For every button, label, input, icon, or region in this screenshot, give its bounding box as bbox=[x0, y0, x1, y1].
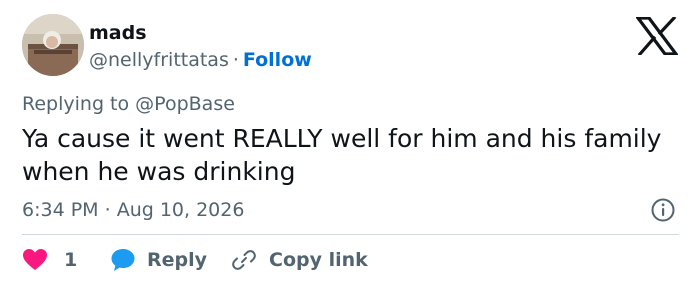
handle-row: @nellyfrittatas · Follow bbox=[89, 47, 312, 73]
replying-to-prefix: Replying to bbox=[22, 93, 130, 115]
tweet-date: Aug 10, 2026 bbox=[116, 199, 245, 221]
copy-link-button[interactable]: Copy link bbox=[231, 246, 368, 274]
follow-button[interactable]: Follow bbox=[243, 49, 312, 71]
like-button[interactable]: 1 bbox=[22, 246, 77, 274]
replying-to-handle[interactable]: @PopBase bbox=[135, 93, 235, 115]
heart-icon bbox=[23, 249, 47, 270]
x-logo-icon[interactable] bbox=[636, 17, 678, 55]
reply-button[interactable]: Reply bbox=[110, 246, 207, 274]
speech-bubble-icon bbox=[111, 249, 135, 271]
avatar-image bbox=[22, 14, 84, 76]
timestamp[interactable]: 6:34 PM · Aug 10, 2026 bbox=[22, 197, 244, 223]
like-count: 1 bbox=[64, 249, 78, 271]
replying-to: Replying to @PopBase bbox=[22, 91, 235, 117]
reply-label: Reply bbox=[147, 249, 208, 271]
user-handle[interactable]: @nellyfrittatas bbox=[89, 49, 229, 71]
tweet-time: 6:34 PM bbox=[22, 199, 99, 221]
separator-dot: · bbox=[232, 49, 239, 71]
timestamp-separator: · bbox=[104, 199, 111, 221]
tweet-card: mads @nellyfrittatas · Follow Replying to … bbox=[0, 0, 700, 287]
info-icon[interactable] bbox=[650, 197, 676, 223]
display-name[interactable]: mads bbox=[89, 20, 147, 46]
avatar[interactable] bbox=[22, 14, 84, 76]
tweet-text: Ya cause it went REALLY well for him and… bbox=[22, 124, 662, 186]
link-icon bbox=[232, 250, 256, 270]
copy-link-label: Copy link bbox=[269, 249, 368, 271]
action-bar: 1 Reply Copy link bbox=[22, 246, 682, 274]
divider bbox=[22, 234, 679, 235]
